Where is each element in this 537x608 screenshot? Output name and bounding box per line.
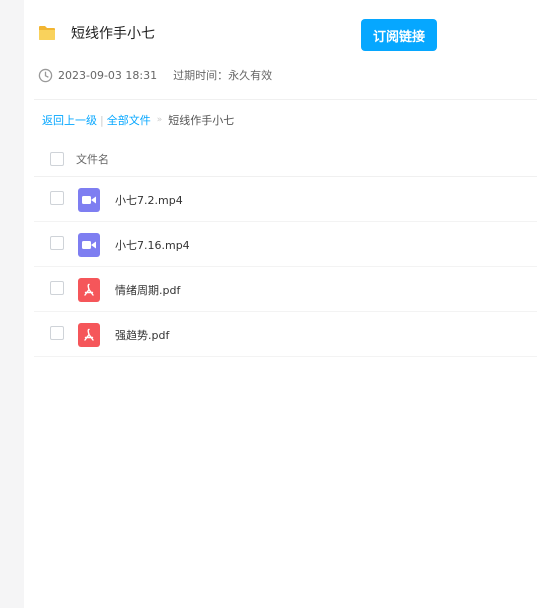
row-checkbox[interactable]	[50, 236, 64, 250]
expire-time: 过期时间：永久有效	[173, 69, 273, 82]
file-row[interactable]: 强趋势.pdf	[34, 312, 537, 357]
select-all-checkbox[interactable]	[50, 152, 64, 166]
column-header-filename: 文件名	[76, 153, 109, 166]
pdf-icon	[78, 323, 100, 347]
left-sidebar-strip	[0, 0, 24, 608]
subscribe-link-button[interactable]: 订阅链接	[361, 19, 437, 51]
file-name[interactable]: 情绪周期.pdf	[115, 282, 180, 298]
video-icon	[78, 188, 100, 212]
breadcrumb-all-files-link[interactable]: 全部文件	[107, 112, 151, 128]
row-checkbox[interactable]	[50, 281, 64, 295]
file-name[interactable]: 小七7.16.mp4	[115, 237, 190, 253]
breadcrumb-back-link[interactable]: 返回上一级	[42, 112, 97, 128]
row-checkbox[interactable]	[50, 326, 64, 340]
breadcrumb-current: 短线作手小七	[168, 114, 235, 127]
share-date: 2023-09-03 18:31	[58, 68, 158, 82]
breadcrumb: 返回上一级 | 全部文件 » 短线作手小七	[42, 112, 234, 128]
breadcrumb-separator: |	[100, 113, 104, 127]
pdf-icon	[78, 278, 100, 302]
divider	[34, 99, 537, 100]
clock-icon	[38, 68, 53, 82]
file-row[interactable]: 小七7.2.mp4	[34, 177, 537, 222]
file-name[interactable]: 小七7.2.mp4	[115, 192, 183, 208]
file-name[interactable]: 强趋势.pdf	[115, 327, 169, 343]
share-title: 短线作手小七	[71, 26, 155, 42]
share-header: 短线作手小七 订阅链接	[38, 19, 537, 51]
video-icon	[78, 233, 100, 257]
folder-icon	[39, 26, 55, 40]
file-row[interactable]: 小七7.16.mp4	[34, 222, 537, 267]
breadcrumb-arrow: »	[156, 115, 163, 125]
share-meta: 2023-09-03 18:31 过期时间：永久有效	[38, 66, 272, 84]
file-list-header: 文件名	[34, 140, 537, 177]
file-row[interactable]: 情绪周期.pdf	[34, 267, 537, 312]
row-checkbox[interactable]	[50, 191, 64, 205]
share-panel: 短线作手小七 订阅链接 2023-09-03 18:31 过期时间：永久有效 返…	[24, 0, 537, 608]
